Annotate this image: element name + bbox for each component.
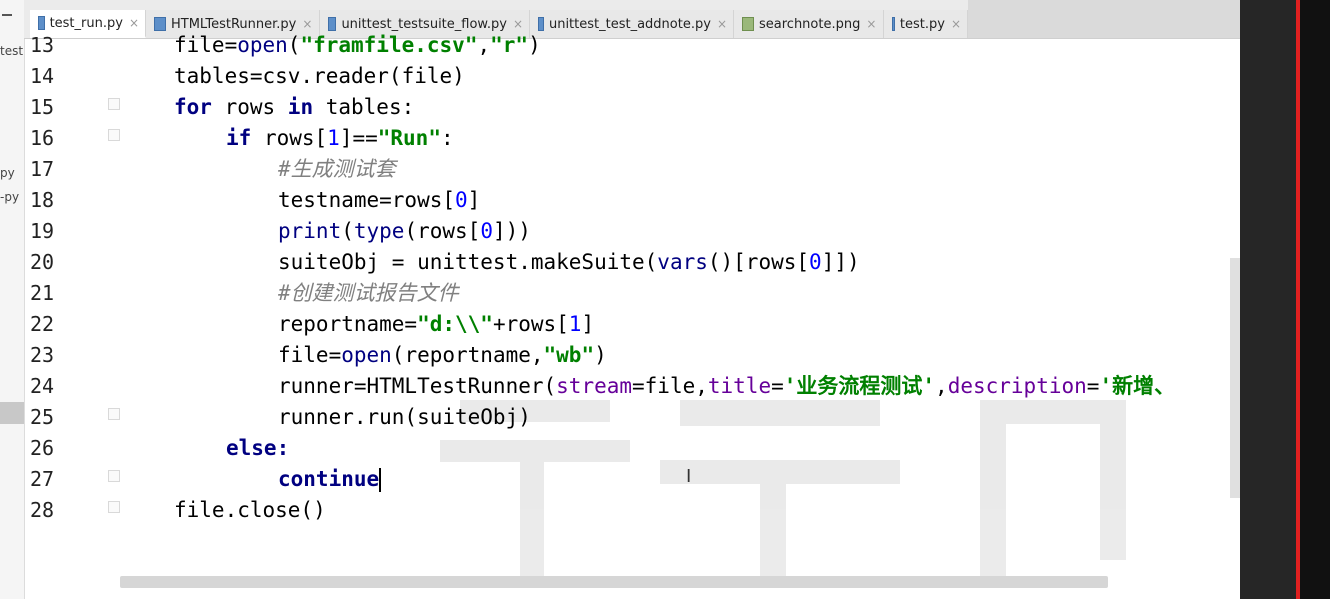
code-line[interactable]: 14 tables=csv.reader(file)	[24, 61, 1240, 92]
project-item-label[interactable]: py	[0, 166, 15, 180]
line-number: 17	[30, 157, 55, 181]
line-number: 23	[30, 343, 55, 367]
image-file-icon	[742, 17, 754, 31]
code-line[interactable]: 28 file.close()	[24, 495, 1240, 526]
close-icon[interactable]: ×	[302, 17, 312, 31]
close-icon[interactable]: ×	[951, 17, 961, 31]
close-icon[interactable]: ×	[866, 17, 876, 31]
code-text: file=open(reportname,"wb")	[278, 343, 607, 367]
close-icon[interactable]: ×	[129, 16, 139, 30]
code-text: #生成测试套	[278, 157, 396, 181]
code-line[interactable]: 22 reportname="d:\\"+rows[1]	[24, 309, 1240, 340]
vertical-scrollbar[interactable]	[1230, 258, 1240, 498]
line-number: 24	[30, 374, 55, 398]
line-number: 21	[30, 281, 55, 305]
project-selection-highlight	[0, 402, 24, 424]
code-editor[interactable]: 13 file=open("framfile.csv","r") 14 tables=…	[24, 33, 1240, 578]
code-line[interactable]: 17 #生成测试套	[24, 154, 1240, 185]
right-edge-dark	[1300, 0, 1330, 599]
close-icon[interactable]: ×	[513, 17, 523, 31]
code-text: reportname="d:\\"+rows[1]	[278, 312, 595, 336]
python-file-icon	[538, 17, 544, 31]
collapse-icon[interactable]	[2, 14, 12, 16]
code-line[interactable]: 20 suiteObj = unittest.makeSuite(vars()[r…	[24, 247, 1240, 278]
code-line[interactable]: 13 file=open("framfile.csv","r")	[24, 30, 1240, 61]
line-number: 19	[30, 219, 55, 243]
tab-label: test_run.py	[49, 15, 123, 31]
text-caret	[379, 468, 382, 492]
code-text: runner.run(suiteObj)	[278, 405, 531, 429]
line-number: 27	[30, 467, 55, 491]
code-line[interactable]: 27 continue	[24, 464, 1240, 495]
line-number: 15	[30, 95, 55, 119]
code-line[interactable]: 24 runner=HTMLTestRunner(stream=file,titl…	[24, 371, 1240, 402]
project-item-label[interactable]: test	[0, 44, 23, 58]
python-file-icon	[892, 17, 895, 31]
line-number: 14	[30, 64, 55, 88]
code-line[interactable]: 16 if rows[1]=="Run":	[24, 123, 1240, 154]
code-text: suiteObj = unittest.makeSuite(vars()[row…	[278, 250, 860, 274]
line-number: 16	[30, 126, 55, 150]
code-text: #创建测试报告文件	[278, 281, 459, 305]
code-line[interactable]: 18 testname=rows[0]	[24, 185, 1240, 216]
right-edge-panel	[1240, 0, 1298, 599]
text-cursor-icon: I	[686, 466, 692, 487]
code-text: else:	[226, 436, 290, 460]
line-number: 28	[30, 498, 55, 522]
line-number: 13	[30, 33, 55, 57]
python-file-icon	[328, 17, 337, 31]
project-panel: test py -py	[0, 0, 25, 599]
horizontal-scrollbar[interactable]	[120, 576, 1108, 588]
line-number: 22	[30, 312, 55, 336]
code-text: if rows[1]=="Run":	[226, 126, 454, 150]
code-text: file.close()	[174, 498, 326, 522]
code-line[interactable]: 19 print(type(rows[0]))	[24, 216, 1240, 247]
code-text: runner=HTMLTestRunner(stream=file,title=…	[278, 374, 1176, 398]
python-file-icon	[154, 17, 166, 31]
code-line[interactable]: 15 for rows in tables:	[24, 92, 1240, 123]
python-file-icon	[38, 16, 45, 30]
code-text: print(type(rows[0]))	[278, 219, 531, 243]
line-number: 25	[30, 405, 55, 429]
line-number: 18	[30, 188, 55, 212]
code-text: testname=rows[0]	[278, 188, 481, 212]
line-number: 20	[30, 250, 55, 274]
line-number: 26	[30, 436, 55, 460]
code-line[interactable]: 23 file=open(reportname,"wb")	[24, 340, 1240, 371]
code-text: tables=csv.reader(file)	[174, 64, 465, 88]
code-text: continue	[278, 467, 382, 492]
code-text: for rows in tables:	[174, 95, 415, 119]
code-line[interactable]: 25 runner.run(suiteObj)	[24, 402, 1240, 433]
close-icon[interactable]: ×	[717, 17, 727, 31]
project-item-label[interactable]: -py	[0, 190, 19, 204]
code-line[interactable]: 21 #创建测试报告文件	[24, 278, 1240, 309]
code-text: file=open("framfile.csv","r")	[174, 33, 541, 57]
code-line[interactable]: 26 else:	[24, 433, 1240, 464]
